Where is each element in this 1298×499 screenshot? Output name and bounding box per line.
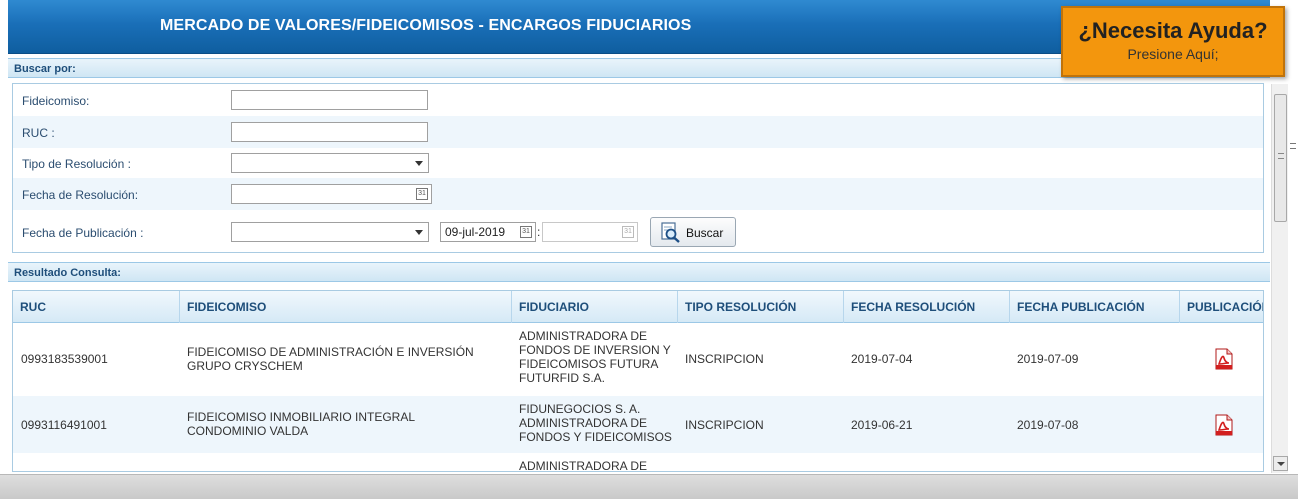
row-fideicomiso: Fideicomiso:: [13, 84, 1263, 116]
fecha-publicacion-operator-select[interactable]: [231, 222, 429, 242]
ruc-label: RUC :: [22, 126, 55, 140]
column-header-tipo-resolucion[interactable]: TIPO RESOLUCIÓN: [678, 291, 844, 323]
search-document-icon: [661, 222, 680, 243]
fecha-publicacion-label: Fecha de Publicación :: [22, 226, 144, 240]
table-header: RUC FIDEICOMISO FIDUCIARIO TIPO RESOLUCI…: [13, 291, 1263, 323]
cell-ruc: 0993183539001: [21, 352, 108, 366]
column-header-publicacion[interactable]: PUBLICACIÓN: [1180, 291, 1263, 323]
fideicomiso-input[interactable]: [231, 90, 428, 110]
page-title: MERCADO DE VALORES/FIDEICOMISOS - ENCARG…: [160, 17, 692, 34]
results-section-header: Resultado Consulta:: [8, 262, 1270, 282]
search-section-label: Buscar por:: [14, 63, 76, 75]
table-row: 0993116491001 FIDEICOMISO INMOBILIARIO I…: [13, 396, 1263, 453]
cell-ruc: 0993116491001: [21, 418, 107, 432]
scroll-down-button[interactable]: [1273, 456, 1288, 471]
cell-fecha-publicacion: 2019-07-08: [1017, 418, 1079, 432]
fideicomiso-label: Fideicomiso:: [22, 94, 90, 108]
calendar-icon[interactable]: 31: [520, 226, 532, 238]
tipo-resolucion-label: Tipo de Resolución :: [22, 157, 131, 171]
cell-fecha-publicacion: 2019-07-09: [1017, 352, 1079, 366]
row-tipo-resolucion: Tipo de Resolución :: [13, 147, 1263, 179]
cell-fiduciario: ADMINISTRADORA DE FONDOS DE INVERSION Y …: [519, 329, 671, 385]
fecha-resolucion-input[interactable]: 31: [231, 184, 432, 204]
date-range-separator: :: [537, 225, 541, 239]
results-table: RUC FIDEICOMISO FIDUCIARIO TIPO RESOLUCI…: [12, 290, 1264, 472]
buscar-button[interactable]: Buscar: [650, 217, 736, 247]
cell-fiduciario: FIDUNEGOCIOS S. A. ADMINISTRADORA DE FON…: [519, 402, 672, 444]
bottom-bar: [0, 474, 1298, 499]
calendar-icon[interactable]: 31: [416, 188, 428, 200]
fecha-publicacion-to-input[interactable]: 31: [542, 222, 638, 242]
fecha-publicacion-from-value: 09-jul-2019: [445, 225, 506, 239]
help-subtitle: Presione Aquí;: [1127, 46, 1219, 62]
page-scrollbar[interactable]: [1290, 0, 1298, 499]
search-panel: Fideicomiso: RUC : Tipo de Resolución : …: [12, 83, 1264, 253]
results-section-label: Resultado Consulta:: [14, 267, 121, 279]
pdf-icon[interactable]: [1215, 414, 1233, 436]
help-button[interactable]: ¿Necesita Ayuda? Presione Aquí;: [1061, 6, 1285, 77]
help-title: ¿Necesita Ayuda?: [1078, 18, 1268, 43]
cell-fideicomiso: FIDEICOMISO DE ADMINISTRACIÓN E INVERSIÓ…: [187, 345, 474, 373]
column-header-fiduciario[interactable]: FIDUCIARIO: [512, 291, 678, 323]
grip-icon: [1278, 153, 1284, 159]
fecha-publicacion-from-input[interactable]: 09-jul-2019 31: [440, 222, 536, 242]
scrollbar-thumb[interactable]: [1274, 94, 1287, 222]
grip-icon: [1290, 143, 1296, 149]
pdf-icon[interactable]: [1215, 348, 1233, 370]
cell-fiduciario: ADMINISTRADORA DE: [519, 459, 648, 472]
table-row: ADMINISTRADORA DE: [13, 453, 1263, 472]
row-fecha-publicacion: Fecha de Publicación : 09-jul-2019 31 : …: [13, 214, 1263, 250]
fecha-resolucion-label: Fecha de Resolución:: [22, 188, 139, 202]
column-header-fideicomiso[interactable]: FIDEICOMISO: [180, 291, 512, 323]
cell-tipo-resolucion: INSCRIPCION: [685, 418, 764, 432]
results-scrollbar[interactable]: [1271, 84, 1288, 473]
chevron-down-icon: [415, 230, 423, 235]
column-header-fecha-resolucion[interactable]: FECHA RESOLUCIÓN: [844, 291, 1010, 323]
calendar-icon[interactable]: 31: [622, 226, 634, 238]
column-header-fecha-publicacion[interactable]: FECHA PUBLICACIÓN: [1010, 291, 1180, 323]
column-header-ruc[interactable]: RUC: [13, 291, 180, 323]
chevron-down-icon: [415, 161, 423, 166]
row-ruc: RUC :: [13, 116, 1263, 148]
row-fecha-resolucion: Fecha de Resolución: 31: [13, 178, 1263, 210]
table-row: 0993183539001 FIDEICOMISO DE ADMINISTRAC…: [13, 324, 1263, 396]
buscar-button-label: Buscar: [686, 226, 724, 240]
cell-tipo-resolucion: INSCRIPCION: [685, 352, 764, 366]
cell-fecha-resolucion: 2019-07-04: [851, 352, 913, 366]
cell-fecha-resolucion: 2019-06-21: [851, 418, 913, 432]
cell-fideicomiso: FIDEICOMISO INMOBILIARIO INTEGRAL CONDOM…: [187, 410, 415, 438]
ruc-input[interactable]: [231, 122, 428, 142]
tipo-resolucion-select[interactable]: [231, 153, 429, 173]
